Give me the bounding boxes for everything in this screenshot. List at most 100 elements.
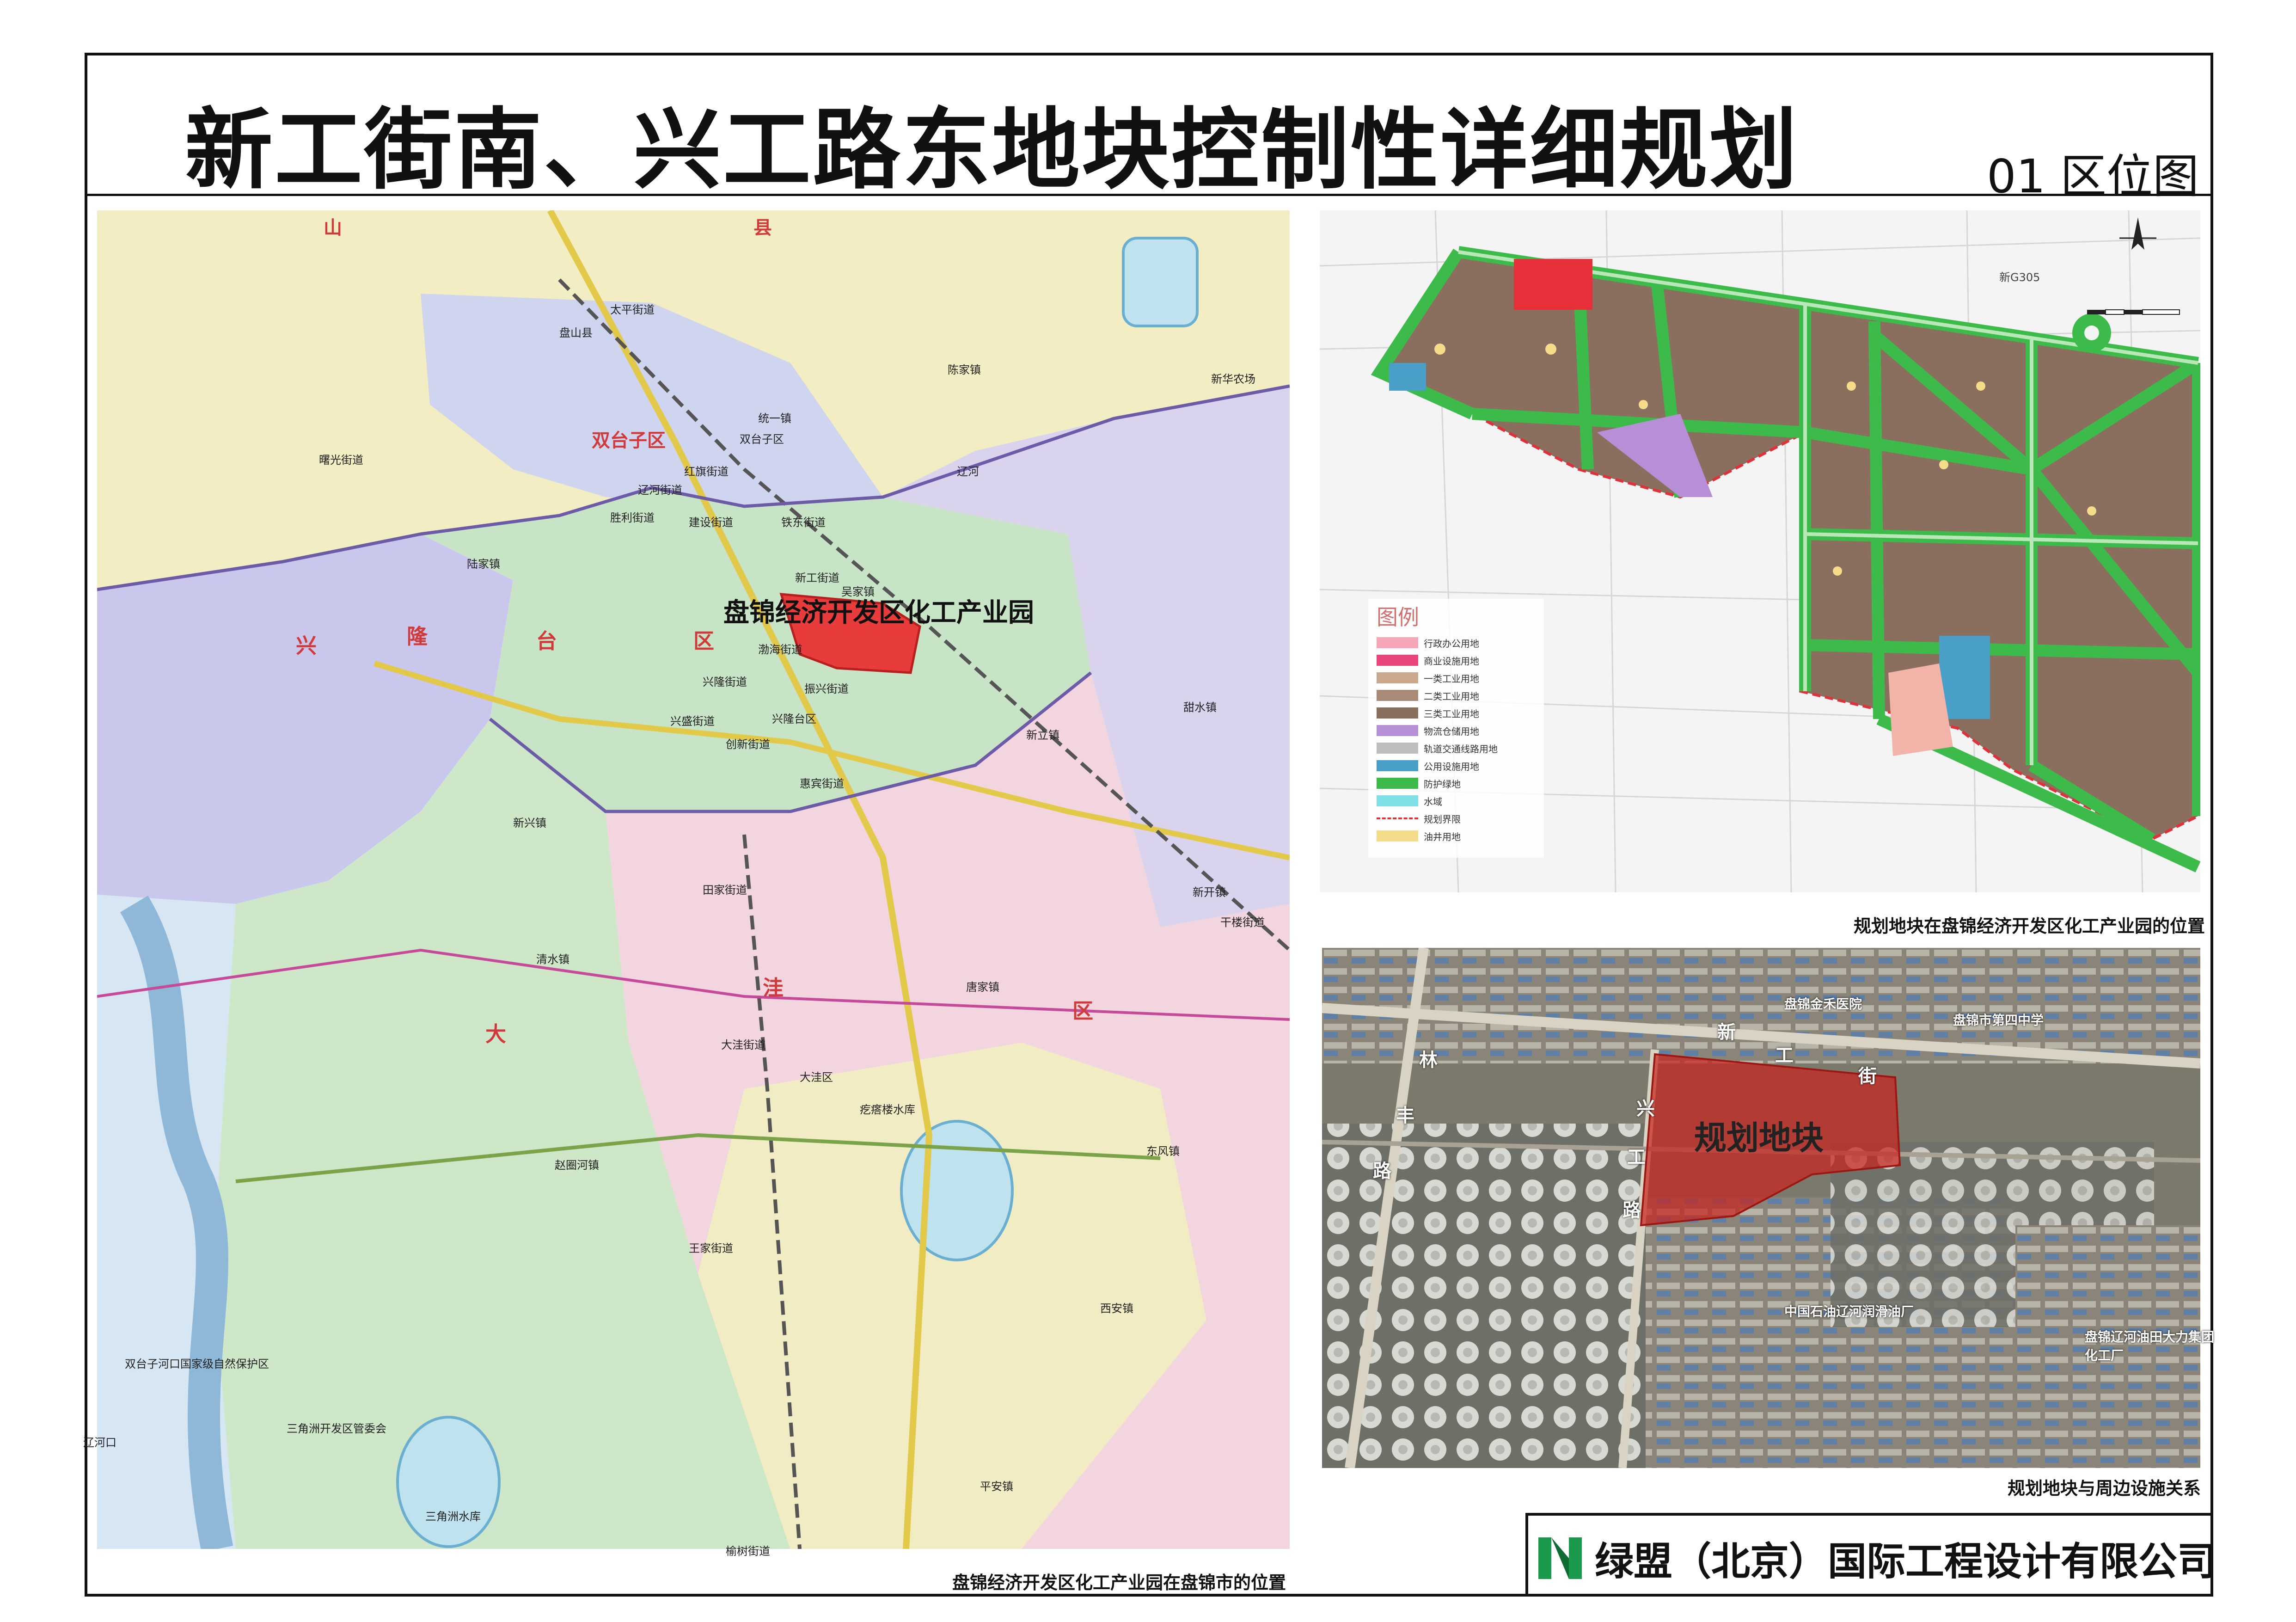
place-label: 三角洲开发区管委会	[287, 1422, 386, 1435]
legend-item: 规划界限	[1377, 811, 1461, 825]
legend-swatch	[1377, 725, 1418, 736]
street-label: 兴	[1636, 1098, 1655, 1119]
district-label: 洼	[763, 976, 784, 1000]
legend-item: 商业设施用地	[1377, 653, 1479, 667]
satellite-site-label: 规划地块	[1694, 1119, 1824, 1157]
street-label: 路	[1623, 1200, 1641, 1221]
place-label: 渤海街道	[758, 643, 802, 656]
legend-label: 油井用地	[1424, 831, 1461, 842]
footer-divider	[1525, 1514, 1528, 1597]
place-label: 兴隆街道	[703, 676, 747, 688]
poi-label: 中国石油辽河润滑油厂	[1784, 1304, 1914, 1319]
place-label: 唐家镇	[966, 981, 999, 994]
street-label: 新	[1717, 1022, 1736, 1043]
place-label: 红旗街道	[684, 465, 729, 478]
place-label: 辽河	[957, 465, 979, 478]
district-label: 县	[753, 217, 772, 239]
place-label: 大洼区	[800, 1071, 833, 1084]
street-label: 丰	[1396, 1105, 1414, 1126]
regional-map	[97, 210, 1290, 1549]
place-label: 惠宾街道	[800, 777, 844, 790]
place-label: 西安镇	[1100, 1302, 1133, 1315]
place-label: 新开镇	[1193, 886, 1226, 899]
place-label: 胜利街道	[610, 511, 655, 524]
district-label: 双台子区	[592, 430, 666, 451]
district-label: 台	[536, 629, 557, 653]
legend-swatch	[1377, 795, 1418, 806]
company-name: 绿盟（北京）国际工程设计有限公司	[1595, 1538, 2216, 1584]
place-label: 新立镇	[1026, 729, 1059, 742]
place-label: 田家街道	[703, 884, 747, 897]
legend-item: 二类工业用地	[1377, 688, 1479, 702]
footer-top-rule	[1525, 1513, 2213, 1516]
place-label: 曙光街道	[319, 454, 363, 467]
land-use-legend: 图例 行政办公用地 商业设施用地 一类工业用地 二类工业用地 三类工业用地物流仓储用地轨…	[1368, 599, 1544, 858]
legend-item: 一类工业用地	[1377, 671, 1479, 685]
district-label: 区	[693, 629, 715, 653]
poi-label: 盘锦辽河油田大力集团化工厂	[2085, 1329, 2215, 1363]
place-label: 平安镇	[980, 1480, 1013, 1493]
place-label: 大洼街道	[721, 1038, 765, 1051]
place-label: 双台子河口国家级自然保护区	[125, 1358, 269, 1370]
street-label: 林	[1419, 1050, 1438, 1071]
place-label: 赵圈河镇	[555, 1159, 599, 1172]
place-label: 振兴街道	[804, 682, 849, 695]
legend-item: 油井用地	[1377, 829, 1461, 843]
place-label: 兴盛街道	[670, 715, 715, 728]
satellite-map-svg	[1322, 948, 2200, 1468]
legend-item: 行政办公用地	[1377, 636, 1479, 650]
place-label: 疙瘩楼水库	[860, 1103, 915, 1116]
legend-swatch	[1377, 690, 1418, 701]
district-label: 山	[324, 217, 342, 239]
legend-swatch	[1377, 707, 1418, 719]
legend-swatch	[1377, 817, 1418, 819]
legend-label: 二类工业用地	[1424, 690, 1479, 702]
regional-map-caption: 盘锦经济开发区化工产业园在盘锦市的位置	[952, 1573, 1286, 1593]
site-label: 盘锦经济开发区化工产业园	[723, 598, 1034, 628]
regional-map-svg	[97, 210, 1290, 1549]
legend-swatch	[1377, 655, 1418, 666]
legend-label: 水域	[1424, 796, 1442, 807]
place-label: 新兴镇	[513, 817, 546, 829]
place-label: 辽河口	[83, 1436, 116, 1449]
place-label: 陈家镇	[948, 363, 981, 376]
legend-item: 物流仓储用地	[1377, 724, 1479, 737]
legend-item: 公用设施用地	[1377, 759, 1479, 773]
legend-swatch	[1377, 672, 1418, 683]
place-label: 新华农场	[1211, 373, 1255, 386]
place-label: 统一镇	[758, 412, 791, 425]
satellite-map	[1322, 948, 2200, 1468]
land-use-road-label: 新G305	[1999, 271, 2040, 284]
place-label: 盘山县	[559, 326, 593, 339]
street-label: 工	[1627, 1147, 1646, 1168]
sheet-title: 新工街南、兴工路东地块控制性详细规划	[185, 99, 1800, 201]
legend-label: 商业设施用地	[1424, 655, 1479, 667]
legend-title: 图例	[1377, 605, 1419, 630]
legend-label: 行政办公用地	[1424, 638, 1479, 649]
place-label: 新工街道	[795, 571, 839, 584]
legend-label: 轨道交通线路用地	[1424, 743, 1498, 755]
street-label: 工	[1775, 1045, 1794, 1066]
district-label: 隆	[407, 624, 428, 649]
place-label: 兴隆台区	[772, 713, 816, 725]
place-label: 创新街道	[726, 738, 770, 751]
company-logo-icon	[1538, 1537, 1582, 1579]
place-label: 甜水镇	[1183, 701, 1217, 714]
land-use-map-caption: 规划地块在盘锦经济开发区化工产业园的位置	[1854, 916, 2205, 936]
place-label: 干楼街道	[1220, 916, 1265, 929]
legend-label: 三类工业用地	[1424, 708, 1479, 719]
legend-label: 公用设施用地	[1424, 761, 1479, 772]
district-label: 兴	[296, 633, 317, 658]
street-label: 街	[1858, 1066, 1877, 1087]
legend-swatch	[1377, 760, 1418, 771]
legend-item: 三类工业用地	[1377, 706, 1479, 720]
place-label: 陆家镇	[467, 558, 500, 571]
district-label: 大	[485, 1022, 507, 1046]
place-label: 三角洲水库	[425, 1510, 481, 1523]
place-label: 铁东街道	[781, 516, 826, 529]
place-label: 建设街道	[689, 516, 733, 529]
place-label: 清水镇	[536, 953, 569, 966]
district-label: 区	[1072, 999, 1094, 1023]
legend-label: 规划界限	[1424, 813, 1461, 825]
legend-label: 一类工业用地	[1424, 673, 1479, 684]
